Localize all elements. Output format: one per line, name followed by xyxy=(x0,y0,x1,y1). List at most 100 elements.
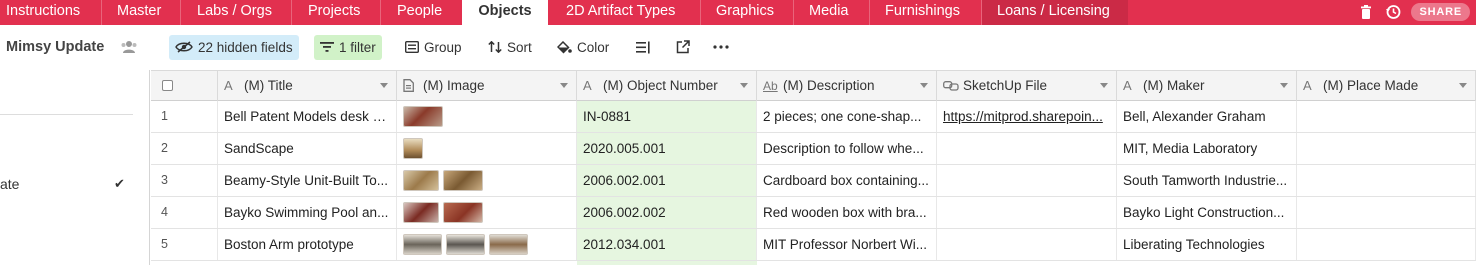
image-cell[interactable] xyxy=(397,101,577,132)
image-thumbnail[interactable] xyxy=(403,138,423,159)
row-height-icon[interactable] xyxy=(636,41,650,54)
maker-cell[interactable]: Bayko Light Construction... xyxy=(1117,197,1297,228)
filter-button[interactable]: 1 filter xyxy=(314,35,382,60)
image-thumbnail[interactable] xyxy=(403,234,442,255)
table-row[interactable]: 5 Boston Arm prototype 2012.034.001 MIT … xyxy=(151,229,1476,261)
view-name[interactable]: Mimsy Update xyxy=(6,39,104,55)
image-thumbnail[interactable] xyxy=(403,170,439,191)
maker-cell[interactable]: MIT, Media Laboratory xyxy=(1117,133,1297,164)
description-cell[interactable]: 2 pieces; one cone-shap... xyxy=(757,101,937,132)
sketchup-cell[interactable] xyxy=(937,133,1117,164)
column-header-maker[interactable]: A (M) Maker xyxy=(1117,71,1297,101)
table-row[interactable]: 2 SandScape 2020.005.001 Description to … xyxy=(151,133,1476,165)
title-cell[interactable]: Beamy-Style Unit-Built To... xyxy=(218,165,397,196)
table-row[interactable]: 1 Bell Patent Models desk s... IN-0881 2… xyxy=(151,101,1476,133)
table-row[interactable]: 3 Beamy-Style Unit-Built To... 2006.002.… xyxy=(151,165,1476,197)
maker-cell[interactable]: South Tamworth Industrie... xyxy=(1117,165,1297,196)
chevron-down-icon[interactable] xyxy=(1100,83,1108,88)
hidden-fields-label: 22 hidden fields xyxy=(198,40,293,55)
color-button[interactable]: Color xyxy=(551,35,615,60)
object-number-cell[interactable]: IN-0881 xyxy=(577,101,757,132)
history-icon[interactable] xyxy=(1384,3,1402,21)
tab-people[interactable]: People xyxy=(381,0,461,25)
records-grid: A (M) Title (M) Image A (M) Object Numbe… xyxy=(151,70,1476,265)
object-number-cell[interactable]: 2006.002.001 xyxy=(577,165,757,196)
sort-button[interactable]: Sort xyxy=(482,35,538,60)
place-made-cell[interactable] xyxy=(1297,133,1476,164)
chevron-down-icon[interactable] xyxy=(560,83,568,88)
eye-slash-icon xyxy=(175,41,193,54)
sketchup-link[interactable]: https://mitprod.sharepoin... xyxy=(937,101,1117,132)
image-thumbnail[interactable] xyxy=(403,202,439,223)
description-cell[interactable]: Description to follow whe... xyxy=(757,133,937,164)
hidden-fields-button[interactable]: 22 hidden fields xyxy=(169,35,299,60)
column-label: SketchUp File xyxy=(963,78,1048,93)
image-thumbnail[interactable] xyxy=(446,234,485,255)
grid-header-row: A (M) Title (M) Image A (M) Object Numbe… xyxy=(151,70,1476,101)
place-made-cell[interactable] xyxy=(1297,197,1476,228)
column-label: (M) Title xyxy=(244,78,293,93)
table-row[interactable]: 4 Bayko Swimming Pool an... 2006.002.002… xyxy=(151,197,1476,229)
image-thumbnail[interactable] xyxy=(489,234,528,255)
tab-media[interactable]: Media xyxy=(794,0,869,25)
tab-loans-licensing[interactable]: Loans / Licensing xyxy=(982,0,1128,25)
image-cell[interactable] xyxy=(397,165,577,196)
tab-instructions[interactable]: Instructions xyxy=(0,0,95,25)
title-cell[interactable]: SandScape xyxy=(218,133,397,164)
collaborative-view-icon[interactable] xyxy=(120,40,138,54)
object-number-cell[interactable]: 2006.002.002 xyxy=(577,197,757,228)
title-cell[interactable]: Boston Arm prototype xyxy=(218,229,397,260)
tab-projects[interactable]: Projects xyxy=(292,0,380,25)
chevron-down-icon[interactable] xyxy=(380,83,388,88)
group-button[interactable]: Group xyxy=(399,35,468,60)
tab-labs-orgs[interactable]: Labs / Orgs xyxy=(181,0,291,25)
maker-cell[interactable]: Liberating Technologies xyxy=(1117,229,1297,260)
tab-2d-artifact-types[interactable]: 2D Artifact Types xyxy=(549,0,700,25)
column-header-sketchup-file[interactable]: SketchUp File xyxy=(937,71,1117,101)
description-cell[interactable]: Cardboard box containing... xyxy=(757,165,937,196)
sidebar-view-item[interactable]: ate xyxy=(0,176,19,192)
sketchup-cell[interactable] xyxy=(937,229,1117,260)
sketchup-cell[interactable] xyxy=(937,165,1117,196)
maker-cell[interactable]: Bell, Alexander Graham xyxy=(1117,101,1297,132)
column-header-image[interactable]: (M) Image xyxy=(397,71,577,101)
select-all-checkbox[interactable] xyxy=(162,80,173,91)
image-thumbnail[interactable] xyxy=(403,106,443,127)
row-number: 5 xyxy=(151,229,218,260)
chevron-down-icon[interactable] xyxy=(920,83,928,88)
title-cell[interactable]: Bayko Swimming Pool an... xyxy=(218,197,397,228)
description-cell[interactable]: Red wooden box with bra... xyxy=(757,197,937,228)
image-cell[interactable] xyxy=(397,229,577,260)
image-cell[interactable] xyxy=(397,197,577,228)
place-made-cell[interactable] xyxy=(1297,165,1476,196)
image-cell[interactable] xyxy=(397,133,577,164)
place-made-cell[interactable] xyxy=(1297,229,1476,260)
place-made-cell[interactable] xyxy=(1297,101,1476,132)
object-number-cell[interactable]: 2012.034.001 xyxy=(577,229,757,260)
chevron-down-icon[interactable] xyxy=(1280,83,1288,88)
chevron-down-icon[interactable] xyxy=(1459,83,1467,88)
tab-objects[interactable]: Objects xyxy=(462,0,548,25)
chevron-down-icon[interactable] xyxy=(740,83,748,88)
long-text-icon: Ab xyxy=(763,79,778,93)
row-number: 1 xyxy=(151,101,218,132)
more-options-icon[interactable] xyxy=(713,45,729,49)
share-button[interactable]: SHARE xyxy=(1411,3,1470,21)
image-thumbnail[interactable] xyxy=(443,202,483,223)
description-cell[interactable]: MIT Professor Norbert Wi... xyxy=(757,229,937,260)
base-tab-bar: Instructions Master Labs / Orgs Projects… xyxy=(0,0,1476,25)
image-thumbnail[interactable] xyxy=(443,170,483,191)
tab-furnishings[interactable]: Furnishings xyxy=(870,0,981,25)
object-number-cell[interactable]: 2020.005.001 xyxy=(577,133,757,164)
sketchup-cell[interactable] xyxy=(937,197,1117,228)
trash-icon[interactable] xyxy=(1357,3,1375,21)
tab-graphics[interactable]: Graphics xyxy=(701,0,793,25)
row-number: 2 xyxy=(151,133,218,164)
column-header-object-number[interactable]: A (M) Object Number xyxy=(577,71,757,101)
tab-master[interactable]: Master xyxy=(102,0,180,25)
share-view-icon[interactable] xyxy=(676,40,690,54)
title-cell[interactable]: Bell Patent Models desk s... xyxy=(218,101,397,132)
column-header-description[interactable]: Ab (M) Description xyxy=(757,71,937,101)
column-header-title[interactable]: A (M) Title xyxy=(218,71,397,101)
column-header-place-made[interactable]: A (M) Place Made xyxy=(1297,71,1476,101)
